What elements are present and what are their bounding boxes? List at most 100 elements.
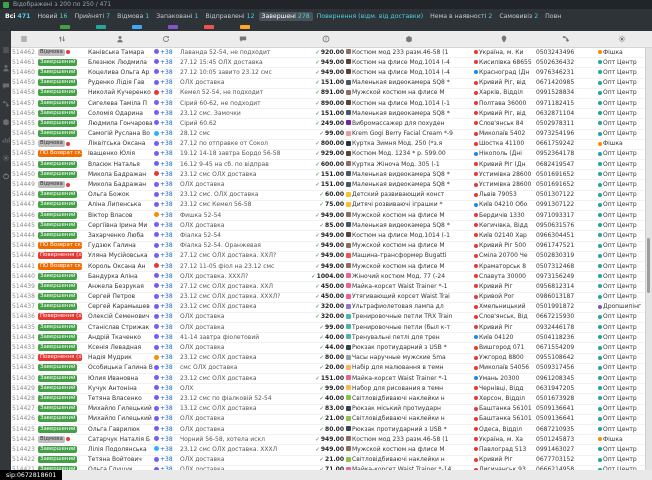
customer-phone[interactable]: 0509317456 [535,364,597,372]
phone-prefix[interactable]: +38 [160,150,173,157]
customer-name[interactable]: Уляна Мусійовська [87,252,153,260]
customer-phone[interactable]: 0501307122 [535,191,597,199]
tab-9[interactable]: Нема в наявності2 [427,12,495,21]
customer-phone[interactable]: 0687210935 [535,426,597,434]
phone-prefix[interactable]: +38 [160,130,173,137]
messenger-icon[interactable] [154,294,159,299]
tab-11[interactable]: Повн [542,12,564,21]
customer-name[interactable]: Михайло Гилецький [87,405,153,413]
product-name[interactable]: Світловідбиваючі наклейки н [352,395,445,402]
customer-phone[interactable]: 0986013187 [535,293,597,301]
table-row[interactable]: 514447ЗавершенийАліна Липенська+3823.12 … [11,201,645,211]
customer-phone[interactable]: 0509136641 [535,415,597,423]
table-row[interactable]: 514451ЗавершенийВласюк Наталья+3816.12 9… [11,160,645,170]
tab-6[interactable]: Відправлені12 [202,12,257,21]
phone-prefix[interactable]: +38 [160,263,173,270]
table-row[interactable]: 514452ПО Возврат ск.Іващенко Юлія+3819.1… [11,150,645,160]
customer-name[interactable]: Тетяна Власенко [87,395,153,403]
phone-prefix[interactable]: +38 [160,120,173,127]
table-row[interactable]: 514461ЗавершенийБлезнюк Людмила+3827.12 … [11,58,645,68]
tab-1[interactable]: Всі471 [2,12,33,21]
customer-name[interactable]: Коцелива Ольга Ар [87,69,153,77]
messenger-icon[interactable] [154,446,159,451]
table-row[interactable]: 514432Повернення (з.Надія Мудрик+3823.12… [11,354,645,364]
product-name[interactable]: Куртка Жіноча Мод. 305 (-1 [352,161,440,168]
column-header-status[interactable] [37,31,87,47]
customer-phone[interactable]: 0632871104 [535,110,597,118]
phone-prefix[interactable]: +38 [160,181,173,188]
customer-name[interactable]: Михайло Гилецький [87,415,153,423]
product-name[interactable]: Мужской костюм на флисе М [352,446,445,453]
table-row[interactable]: 514460ЗавершенийКоцелива Ольга Ар+3827.1… [11,68,645,78]
phone-prefix[interactable]: +38 [160,415,173,422]
phone-prefix[interactable]: +38 [160,79,173,86]
phone-prefix[interactable]: +38 [160,201,173,208]
table-row[interactable]: 514430ЗавершенийЮлия Ивановна+3823.12 см… [11,374,645,384]
phone-prefix[interactable]: +38 [160,456,173,463]
product-name[interactable]: Костюм на флисе Мод.1014 (-1 [352,100,450,107]
customer-name[interactable]: Сергіївна Ірина Ми [87,222,153,230]
messenger-icon[interactable] [154,212,159,217]
messenger-icon[interactable] [154,304,159,309]
table-row[interactable]: 514439ЗавершенийАнжела Безрукая+3827.12 … [11,282,645,292]
messenger-icon[interactable] [154,253,159,258]
phone-prefix[interactable]: +38 [160,232,173,239]
product-name[interactable]: Мужской костюм на флисе М [352,263,445,270]
phone-prefix[interactable]: +38 [160,334,173,341]
phone-prefix[interactable]: +38 [160,161,173,168]
messenger-icon[interactable] [154,416,159,421]
product-name[interactable]: Набор для рисования в темн [352,385,443,392]
table-row[interactable]: 514431ЗавершенийОсобицька Галина В+38смс… [11,364,645,374]
scrollbar-thumb[interactable] [647,238,650,293]
customer-name[interactable]: Кучук Антоніна [87,385,153,393]
table-row[interactable]: 514437ЗавершенийСергей Карамышев+3823.12… [11,303,645,313]
column-header-id[interactable] [11,31,37,47]
table-row[interactable]: 514425ЗавершенийОльга Гаврилюк+38ОЛХ дос… [11,425,645,435]
customer-name[interactable]: Юлия Ивановна [87,375,153,383]
table-row[interactable]: 514446ЗавершенийВіктор Власов+38Фишка 52… [11,211,645,221]
customer-phone[interactable]: 0503243496 [535,49,597,57]
table-row[interactable]: 514428ЗавершенийТетяна Власенко+3823.12 … [11,394,645,404]
customer-name[interactable]: Гудзюк Галина [87,242,153,250]
product-name[interactable]: Костюм мод 233 разм.46-58 (1 [352,49,448,56]
table-row[interactable]: 514458ЗавершенийНиколай Кучеренко+38Кеме… [11,89,645,99]
product-name[interactable]: Часы наручные мужские Sma [352,354,446,361]
table-row[interactable]: 514457ЗавершенийСигелева Таміла П+38Сіри… [11,99,645,109]
phone-prefix[interactable]: +38 [160,436,173,443]
messenger-icon[interactable] [154,171,159,176]
messenger-icon[interactable] [154,151,159,156]
messenger-icon[interactable] [154,375,159,380]
product-name[interactable]: Маленькая видеокамера SQ8 * [352,171,450,178]
customer-phone[interactable]: 0976346231 [535,69,597,77]
product-name[interactable]: Детский развивающий конст [352,191,444,198]
customer-phone[interactable]: 0973156249 [535,273,597,281]
tab-5[interactable]: Запаковані1 [153,12,201,21]
product-name[interactable]: Костюм на флисе Мод.1014 (-4 [352,69,450,76]
product-name[interactable]: Krem Gogi Berry Facial Cream *-9 [352,130,453,137]
customer-name[interactable]: Канівська Тамара [87,49,153,57]
table-row[interactable]: 514449ВідмоваМикола Бадражан+38ОЛХ доста… [11,180,645,190]
customer-name[interactable]: Сергей Карамышев [87,303,153,311]
messenger-icon[interactable] [154,182,159,187]
phone-prefix[interactable]: +38 [160,446,173,453]
messenger-icon[interactable] [154,324,159,329]
messenger-icon[interactable] [154,273,159,278]
messenger-icon[interactable] [154,232,159,237]
phone-prefix[interactable]: +38 [160,222,173,229]
customer-phone[interactable]: 0501691652 [535,181,597,189]
customer-name[interactable]: Николай Кучеренко [87,89,153,97]
customer-phone[interactable]: 0501991872 [535,303,597,311]
phone-prefix[interactable]: +38 [160,49,173,56]
customer-phone[interactable]: 0502978311 [535,120,597,128]
filter-chip-1[interactable] [60,25,70,29]
sidebar-item-person[interactable] [2,57,10,65]
sidebar-item-box[interactable] [2,111,10,119]
phone-prefix[interactable]: +38 [160,283,173,290]
customer-name[interactable]: Король Оксана Ан [87,263,153,271]
table-row[interactable]: 514440ЗавершенийБандурка Аліна+38ОЛХ дос… [11,272,645,282]
customer-phone[interactable]: 0502636432 [535,59,597,67]
product-name[interactable]: Жіночий костюм Мод. 77 (-24 [352,273,445,280]
customer-phone[interactable]: 0501245873 [535,436,597,444]
messenger-icon[interactable] [154,69,159,74]
product-name[interactable]: Майка-корсет Waist Trainer *-1 [352,283,447,290]
